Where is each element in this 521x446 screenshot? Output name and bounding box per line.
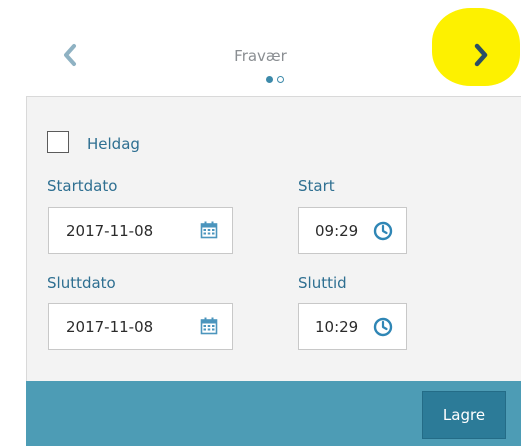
end-time-value: 10:29	[315, 317, 359, 336]
sluttid-label: Sluttid	[298, 274, 347, 292]
heldag-checkbox[interactable]	[47, 131, 69, 153]
sluttdato-value: 2017-11-08	[66, 317, 154, 336]
footer-bar: Lagre	[26, 381, 521, 446]
sluttdato-field[interactable]: 2017-11-08	[48, 303, 233, 350]
header: Fravær	[0, 0, 521, 96]
page-dot-inactive	[277, 76, 284, 83]
absence-form: Heldag Startdato 2017-11-08 Start 09:29	[26, 96, 521, 382]
heldag-label[interactable]: Heldag	[87, 135, 140, 153]
clock-icon[interactable]	[373, 221, 393, 241]
sluttdato-label: Sluttdato	[47, 274, 116, 292]
save-button[interactable]: Lagre	[422, 391, 506, 439]
startdato-value: 2017-11-08	[66, 221, 154, 240]
start-time-field[interactable]: 09:29	[298, 207, 407, 254]
start-time-value: 09:29	[315, 221, 359, 240]
next-button[interactable]	[466, 40, 496, 74]
end-time-field[interactable]: 10:29	[298, 303, 407, 350]
startdato-label: Startdato	[47, 177, 118, 195]
calendar-icon[interactable]	[200, 317, 218, 335]
start-label: Start	[298, 177, 335, 195]
clock-icon[interactable]	[373, 317, 393, 337]
startdato-field[interactable]: 2017-11-08	[48, 207, 233, 254]
page-indicator	[266, 76, 284, 83]
calendar-icon[interactable]	[200, 221, 218, 239]
page-dot-active	[266, 76, 273, 83]
chevron-right-icon	[472, 43, 490, 71]
